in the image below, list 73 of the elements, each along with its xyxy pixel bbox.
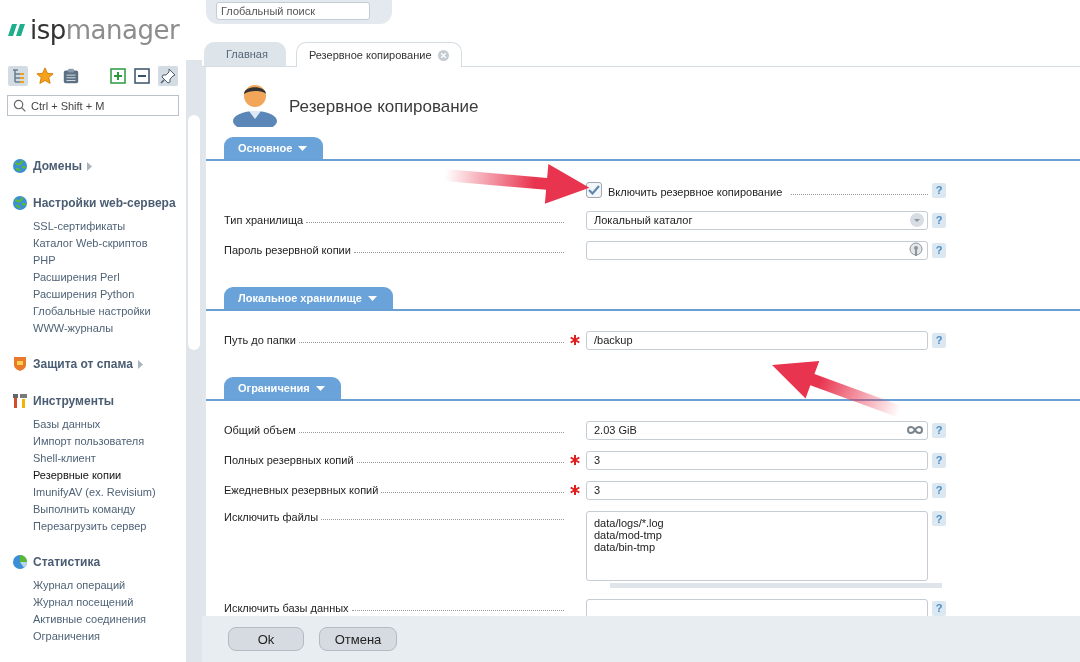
ok-button[interactable]: Ok — [228, 627, 304, 651]
caret-icon — [315, 385, 325, 391]
menu-item[interactable]: Расширения Python — [33, 286, 186, 303]
menu-item[interactable]: Импорт пользователя — [33, 433, 186, 450]
dropdown[interactable]: Локальный каталог — [586, 210, 928, 230]
menu-group-title[interactable]: Домены — [33, 159, 82, 173]
tree-view-icon[interactable] — [8, 66, 28, 86]
menu-item[interactable]: SSL-сертификаты — [33, 218, 186, 235]
menu-item[interactable]: Каталог Web-скриптов — [33, 235, 186, 252]
checkbox-label[interactable]: Включить резервное копирование — [608, 186, 783, 198]
expand-all-icon[interactable] — [110, 68, 126, 84]
menu-group-title[interactable]: Инструменты — [33, 394, 115, 408]
menu-item[interactable]: PHP — [33, 252, 186, 269]
key-icon[interactable] — [908, 242, 924, 258]
menu-item[interactable]: Базы данных — [33, 416, 186, 433]
logo-mark-icon — [8, 24, 26, 36]
menu-search-field[interactable]: Ctrl + Shift + M — [7, 95, 179, 116]
pie-chart-icon — [12, 554, 28, 570]
cancel-button[interactable]: Отмена — [319, 627, 397, 651]
collapsed-arrow-icon[interactable] — [137, 359, 143, 369]
menu-group-title[interactable]: Настройки web-сервера — [33, 196, 176, 210]
menu-item[interactable]: Выполнить команду — [33, 501, 186, 518]
field-label: Исключить базы данных — [224, 602, 349, 614]
textarea-field[interactable]: data/logs/*.log data/mod-tmp data/bin-tmp — [586, 511, 928, 581]
menu-group-title[interactable]: Защита от спама — [33, 357, 133, 371]
field-label: Путь до папки — [224, 334, 296, 346]
menu-item[interactable]: Активные соединения — [33, 611, 186, 628]
text-field[interactable]: /backup — [586, 330, 928, 350]
scrollbar[interactable] — [186, 60, 202, 662]
caret-icon — [367, 295, 377, 301]
size-field[interactable]: 2.03 GiB — [586, 420, 928, 440]
star-icon[interactable] — [36, 67, 54, 85]
menu-item[interactable]: Перезагрузить сервер — [33, 518, 186, 535]
tools-icon — [12, 393, 28, 409]
globe-icon — [12, 195, 28, 211]
menu-item[interactable]: Ограничения — [33, 628, 186, 645]
logo-text: ispmanager — [30, 15, 180, 45]
menu-item[interactable]: Расширения Perl — [33, 269, 186, 286]
collapse-all-icon[interactable] — [134, 68, 150, 84]
menu-item[interactable]: Shell-клиент — [33, 450, 186, 467]
clipboard-icon[interactable] — [62, 67, 80, 85]
menu-item[interactable]: Журнал операций — [33, 577, 186, 594]
menu-item[interactable]: Журнал посещений — [33, 594, 186, 611]
caret-icon — [298, 145, 308, 151]
menu-group-title[interactable]: Статистика — [33, 555, 101, 569]
text-field[interactable]: 3 — [586, 450, 928, 470]
menu-item[interactable]: Глобальные настройки — [33, 303, 186, 320]
menu-item[interactable]: WWW-журналы — [33, 320, 186, 337]
horizontal-scrollbar[interactable] — [610, 583, 942, 588]
pin-icon[interactable] — [158, 66, 178, 86]
tab[interactable]: Главная — [204, 42, 286, 66]
field-label: Пароль резервной копии — [224, 244, 351, 256]
close-icon[interactable] — [437, 49, 449, 61]
field-label: Исключить файлы — [224, 511, 319, 523]
dropdown-caret-icon — [910, 213, 924, 227]
tab[interactable]: Резервное копирование — [295, 42, 462, 67]
field-label: Тип хранилища — [224, 214, 304, 226]
field-label: Общий объем — [224, 424, 296, 436]
text-field[interactable] — [586, 598, 928, 616]
globe-icon — [12, 158, 28, 174]
text-field[interactable]: 3 — [586, 480, 928, 500]
collapsed-arrow-icon[interactable] — [86, 161, 92, 171]
menu-item[interactable]: Резервные копии — [33, 467, 186, 484]
global-search-field[interactable]: Глобальный поиск — [216, 2, 370, 20]
password-field[interactable] — [586, 240, 928, 260]
field-label: Полных резервных копий — [224, 454, 354, 466]
infinity-icon[interactable] — [906, 425, 924, 435]
search-icon — [13, 99, 26, 112]
field-label: Ежедневных резервных копий — [224, 484, 379, 496]
page-title: Резервное копирование — [289, 96, 479, 117]
menu-item[interactable]: ImunifyAV (ex. Revisium) — [33, 484, 186, 501]
checkbox[interactable] — [586, 182, 602, 198]
shield-icon — [12, 356, 28, 372]
